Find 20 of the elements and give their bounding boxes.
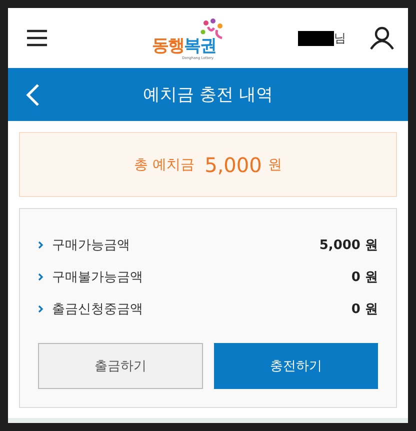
balance-amount: 5,000 원 [319,237,378,254]
page-title: 예치금 충전 내역 [143,84,273,106]
balance-label: 출금신청중금액 [52,301,143,318]
total-unit: 원 [268,156,282,174]
user-suffix: 님 [334,30,346,46]
chevron-icon [38,241,43,249]
redacted-name [298,30,334,46]
chevron-icon [38,273,43,281]
balance-label: 구매불가능금액 [52,269,143,286]
balance-label: 구매가능금액 [52,237,130,254]
total-amount: 5,000 [204,152,262,176]
total-label: 총 예치금 [134,156,195,174]
chevron-icon [38,305,43,313]
user-icon[interactable] [370,26,394,50]
menu-icon[interactable] [26,29,48,47]
charge-button[interactable]: 충전하기 [214,343,378,389]
balance-amount: 0 원 [351,301,378,318]
back-icon[interactable] [26,82,40,106]
withdraw-button[interactable]: 출금하기 [38,343,202,389]
balance-amount: 0 원 [351,269,378,286]
